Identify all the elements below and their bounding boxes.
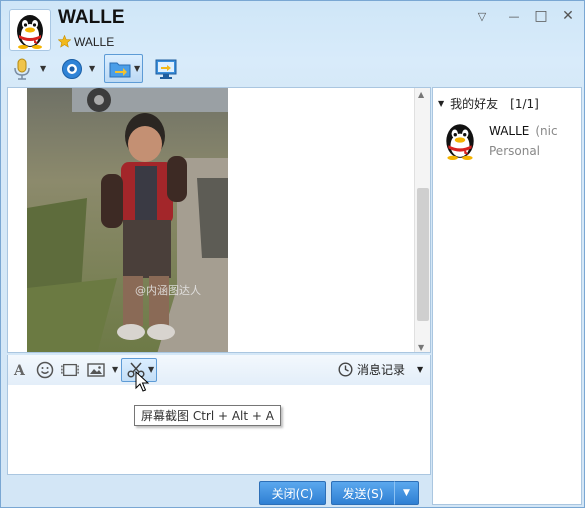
- minimize-button[interactable]: —: [504, 7, 524, 25]
- remote-desktop-icon: [155, 59, 177, 79]
- screenshot-tooltip: 屏幕截图 Ctrl + Alt + A: [134, 405, 281, 426]
- input-toolbar: A ▼ ▼ 消息记录 ▼: [7, 355, 431, 385]
- emoji-button[interactable]: [36, 361, 54, 379]
- close-window-button[interactable]: ✕: [558, 7, 578, 25]
- chat-image[interactable]: @内涵图达人: [27, 88, 228, 353]
- send-button[interactable]: 发送(S): [331, 481, 395, 505]
- file-transfer-icon: [109, 62, 131, 78]
- history-label: 消息记录: [357, 363, 406, 377]
- microphone-icon: [14, 58, 30, 80]
- voice-call-dropdown-icon[interactable]: ▼: [40, 64, 46, 73]
- chat-history-area[interactable]: @内涵图达人 ▲ ▼: [7, 87, 431, 353]
- scroll-down-icon[interactable]: ▼: [418, 343, 424, 352]
- font-icon: A: [13, 363, 26, 378]
- scroll-up-icon[interactable]: ▲: [418, 90, 424, 99]
- friends-panel: ▼ 我的好友 [1/1] WALLE (nic Personal: [432, 87, 582, 505]
- voice-call-button[interactable]: [11, 56, 33, 82]
- image-button[interactable]: [87, 361, 105, 379]
- friend-name-line: WALLE (nic: [489, 124, 558, 138]
- penguin-icon: [446, 124, 474, 160]
- font-button[interactable]: A: [11, 361, 29, 379]
- penguin-icon: [17, 15, 43, 49]
- message-input[interactable]: [7, 385, 431, 475]
- image-icon: [87, 363, 105, 377]
- scroll-thumb[interactable]: [417, 188, 429, 321]
- video-icon: [61, 363, 79, 377]
- mouse-cursor-icon: [135, 371, 149, 392]
- chevron-down-icon: ▼: [403, 488, 410, 498]
- close-button[interactable]: 关闭(C): [259, 481, 326, 505]
- friend-nickname: (nic: [535, 124, 558, 138]
- minimize-icon: —: [508, 10, 520, 23]
- video-call-icon: [62, 59, 82, 79]
- friend-list-item[interactable]: WALLE (nic Personal: [438, 120, 578, 164]
- maximize-button[interactable]: □: [531, 7, 551, 25]
- window-subtitle: WALLE: [74, 35, 115, 49]
- window-title: WALLE: [58, 7, 125, 28]
- friend-name: WALLE: [489, 124, 530, 138]
- history-dropdown-icon[interactable]: ▼: [417, 365, 423, 374]
- send-options-button[interactable]: ▼: [394, 481, 419, 505]
- image-dropdown-icon[interactable]: ▼: [112, 365, 118, 374]
- video-call-dropdown-icon[interactable]: ▼: [89, 64, 95, 73]
- chat-scrollbar[interactable]: ▲ ▼: [414, 88, 430, 352]
- star-icon: [58, 35, 71, 48]
- file-transfer-dropdown-icon[interactable]: ▼: [134, 64, 140, 73]
- group-count: [1/1]: [510, 96, 539, 111]
- maximize-icon: □: [534, 8, 548, 24]
- svg-text:A: A: [13, 363, 26, 378]
- video-button[interactable]: [61, 361, 79, 379]
- close-icon: ✕: [562, 8, 574, 24]
- image-watermark: @内涵图达人: [135, 283, 201, 297]
- group-label: 我的好友: [450, 97, 499, 111]
- video-call-button[interactable]: [61, 56, 83, 82]
- friend-signature: Personal: [489, 144, 541, 158]
- clock-icon: [338, 362, 353, 377]
- remote-desktop-button[interactable]: [154, 56, 178, 82]
- chevron-down-icon: ▽: [477, 10, 487, 23]
- message-history-button[interactable]: 消息记录 ▼: [338, 361, 423, 378]
- expand-arrow-icon[interactable]: ▼: [438, 99, 444, 108]
- chat-window: WALLE WALLE ▽ — □ ✕ ▼ ▼ ▼ @内涵图达人 ▲ ▼ A ▼…: [0, 0, 585, 508]
- window-menu-button[interactable]: ▽: [472, 7, 492, 25]
- file-transfer-icon-wrap: [109, 56, 131, 82]
- friend-group-header[interactable]: ▼ 我的好友 [1/1]: [438, 95, 539, 112]
- contact-avatar[interactable]: [9, 9, 51, 51]
- emoji-icon: [36, 361, 54, 379]
